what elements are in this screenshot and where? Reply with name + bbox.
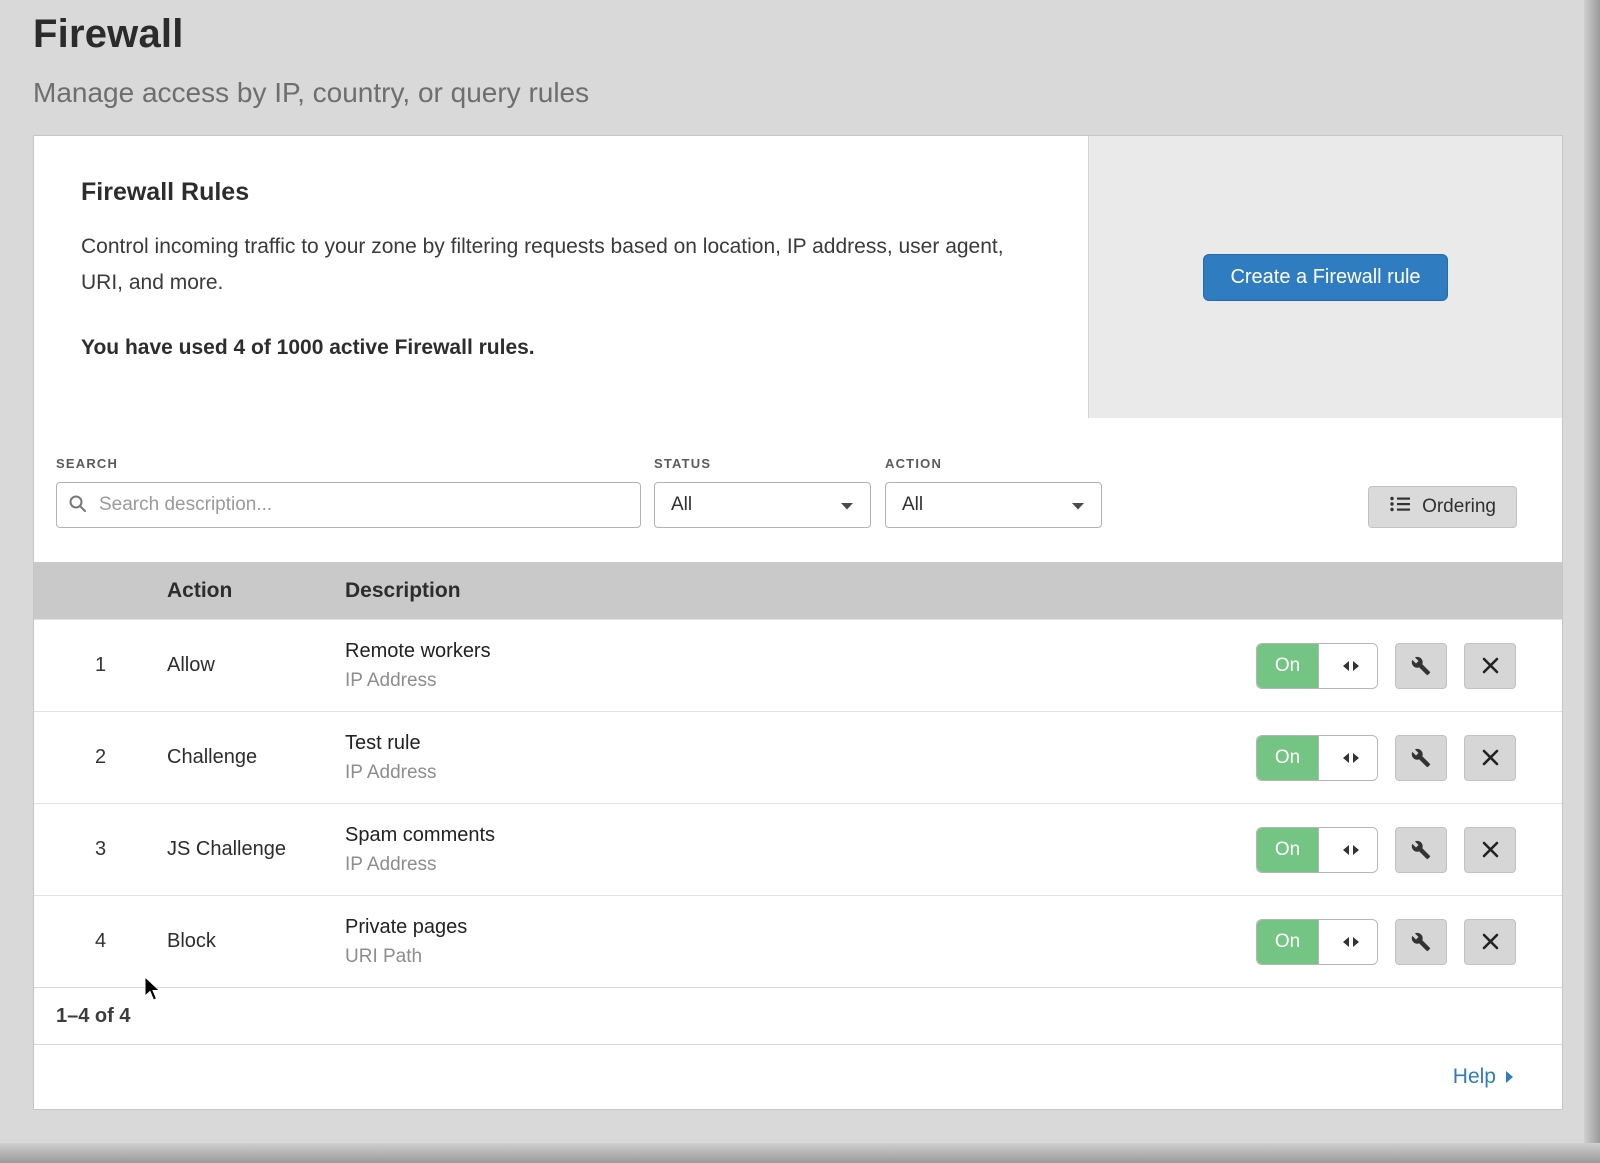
status-select[interactable]: All (654, 482, 871, 528)
create-rule-panel: Create a Firewall rule (1088, 136, 1562, 418)
action-select[interactable]: All (885, 482, 1102, 528)
rule-index: 3 (34, 838, 167, 861)
delete-rule-button[interactable] (1464, 919, 1516, 965)
firewall-rules-card: Firewall Rules Control incoming traffic … (33, 135, 1563, 1110)
help-link-label: Help (1453, 1065, 1496, 1089)
action-filter-group: ACTION All (885, 456, 1102, 528)
ordering-button[interactable]: Ordering (1368, 486, 1517, 528)
help-link[interactable]: Help (1453, 1065, 1514, 1089)
table-header: Action Description (34, 562, 1562, 619)
status-label: STATUS (654, 456, 871, 471)
section-heading: Firewall Rules (81, 178, 1028, 207)
search-icon (68, 494, 88, 519)
table-row: 2 Challenge Test rule IP Address On (34, 711, 1562, 803)
intro-text-panel: Firewall Rules Control incoming traffic … (34, 136, 1088, 418)
edit-rule-button[interactable] (1395, 827, 1447, 873)
table-row: 1 Allow Remote workers IP Address On (34, 619, 1562, 711)
rule-index: 4 (34, 930, 167, 953)
status-filter-group: STATUS All (654, 456, 871, 528)
rule-description: Test rule (345, 732, 1206, 755)
page-subtitle: Manage access by IP, country, or query r… (33, 77, 1560, 109)
close-icon (1482, 933, 1499, 950)
delete-rule-button[interactable] (1464, 735, 1516, 781)
toggle-arrows-icon[interactable] (1319, 736, 1377, 780)
table-row: 4 Block Private pages URI Path On (34, 895, 1562, 987)
wrench-icon (1411, 840, 1431, 860)
rule-description: Remote workers (345, 640, 1206, 663)
toggle-arrows-icon[interactable] (1319, 920, 1377, 964)
rule-index: 1 (34, 654, 167, 677)
wrench-icon (1411, 656, 1431, 676)
rule-enabled-toggle[interactable]: On (1256, 643, 1378, 689)
help-arrow-icon (1505, 1070, 1514, 1084)
toggle-arrows-icon[interactable] (1319, 644, 1377, 688)
delete-rule-button[interactable] (1464, 827, 1516, 873)
rule-action: Challenge (167, 746, 345, 769)
pagination-bar: 1–4 of 4 (34, 987, 1562, 1044)
rule-field: IP Address (345, 762, 1206, 784)
chevron-down-icon (1071, 494, 1085, 516)
edit-rule-button[interactable] (1395, 643, 1447, 689)
rule-action: JS Challenge (167, 838, 345, 861)
close-icon (1482, 841, 1499, 858)
close-icon (1482, 749, 1499, 766)
rule-action: Allow (167, 654, 345, 677)
toggle-on-label[interactable]: On (1257, 736, 1319, 780)
rule-field: IP Address (345, 854, 1206, 876)
delete-rule-button[interactable] (1464, 643, 1516, 689)
action-selected-value: All (902, 494, 923, 516)
window-edge-right (1584, 0, 1600, 1163)
wrench-icon (1411, 932, 1431, 952)
ordering-button-label: Ordering (1422, 496, 1496, 518)
firewall-rules-intro: Firewall Rules Control incoming traffic … (34, 136, 1562, 418)
toggle-arrows-icon[interactable] (1319, 828, 1377, 872)
window-edge-bottom (0, 1143, 1600, 1163)
search-filter-group: SEARCH (56, 456, 641, 528)
rule-action: Block (167, 930, 345, 953)
close-icon (1482, 657, 1499, 674)
status-selected-value: All (671, 494, 692, 516)
ordering-list-icon (1389, 495, 1411, 519)
rule-enabled-toggle[interactable]: On (1256, 735, 1378, 781)
search-input[interactable] (56, 482, 641, 528)
usage-summary: You have used 4 of 1000 active Firewall … (81, 336, 1028, 360)
page-title: Firewall (33, 12, 1560, 57)
toggle-on-label[interactable]: On (1257, 644, 1319, 688)
action-label: ACTION (885, 456, 1102, 471)
search-label: SEARCH (56, 456, 641, 471)
toggle-on-label[interactable]: On (1257, 828, 1319, 872)
rule-index: 2 (34, 746, 167, 769)
header-action: Action (167, 579, 345, 603)
table-row: 3 JS Challenge Spam comments IP Address … (34, 803, 1562, 895)
filters-bar: SEARCH STATUS All ACTION All (34, 418, 1562, 562)
create-firewall-rule-button[interactable]: Create a Firewall rule (1203, 254, 1447, 301)
page-header: Firewall Manage access by IP, country, o… (0, 0, 1600, 109)
rule-description: Private pages (345, 916, 1206, 939)
header-description: Description (345, 579, 1206, 603)
rule-enabled-toggle[interactable]: On (1256, 827, 1378, 873)
help-bar: Help (34, 1044, 1562, 1109)
pagination-range: 1–4 of 4 (56, 1005, 130, 1028)
rule-field: URI Path (345, 946, 1206, 968)
edit-rule-button[interactable] (1395, 919, 1447, 965)
rule-field: IP Address (345, 670, 1206, 692)
edit-rule-button[interactable] (1395, 735, 1447, 781)
chevron-down-icon (840, 494, 854, 516)
rule-enabled-toggle[interactable]: On (1256, 919, 1378, 965)
wrench-icon (1411, 748, 1431, 768)
section-description: Control incoming traffic to your zone by… (81, 229, 1028, 300)
rule-description: Spam comments (345, 824, 1206, 847)
toggle-on-label[interactable]: On (1257, 920, 1319, 964)
